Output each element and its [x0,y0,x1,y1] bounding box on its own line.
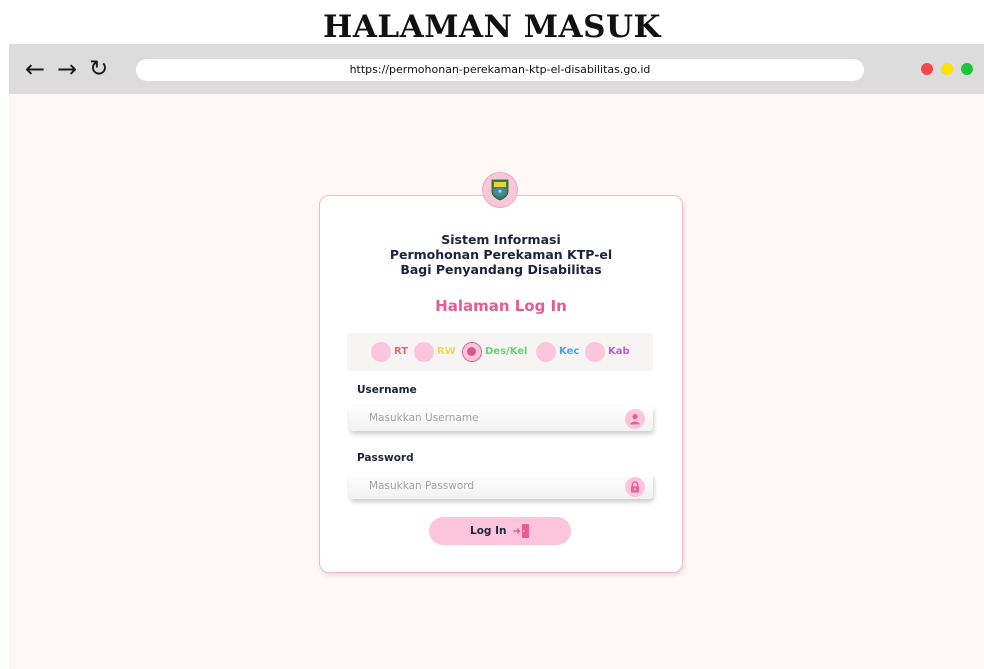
arrow-left-icon[interactable]: ← [25,54,45,84]
user-icon [625,409,645,429]
password-label: Password [357,452,414,464]
browser-toolbar: ← → ↻ https://permohonan-perekaman-ktp-e… [9,44,984,94]
radio-circle[interactable] [414,342,434,362]
page-viewport: Sistem Informasi Permohonan Perekaman KT… [9,94,984,669]
lock-icon [625,477,645,497]
window-dot-green[interactable] [961,63,973,75]
radio-circle[interactable] [371,342,391,362]
radio-circle[interactable] [536,342,556,362]
password-placeholder: Masukkan Password [369,480,475,492]
username-label: Username [357,384,417,396]
role-label: Des/Kel [485,346,528,357]
role-selector: RT RW Des/Kel Kec Kab [347,333,653,371]
address-bar[interactable]: https://permohonan-perekaman-ktp-el-disa… [136,59,864,81]
role-label: RT [394,346,409,357]
login-button-label: Log In [470,525,507,537]
system-title: Sistem Informasi Permohonan Perekaman KT… [320,232,682,277]
system-title-line: Permohonan Perekaman KTP-el [389,247,613,262]
radio-circle[interactable] [462,342,482,362]
password-field[interactable]: Masukkan Password [349,474,653,499]
login-card: Sistem Informasi Permohonan Perekaman KT… [319,195,683,573]
system-title-line: Bagi Penyandang Disabilitas [400,262,602,277]
system-title-line: Sistem Informasi [441,232,561,247]
arrow-right-icon[interactable]: → [57,54,77,84]
window-dot-red[interactable] [921,63,933,75]
login-heading: Halaman Log In [435,297,567,315]
page-heading: HALAMAN MASUK [323,9,661,45]
username-placeholder: Masukkan Username [369,412,479,424]
role-label: RW [437,346,456,357]
window-dot-yellow[interactable] [941,63,953,75]
login-button[interactable]: Log In [429,517,571,545]
radio-circle[interactable] [585,342,605,362]
role-label: Kab [608,346,630,357]
emblem-icon [482,172,518,208]
role-label: Kec [559,346,580,357]
username-field[interactable]: Masukkan Username [349,406,653,431]
reload-icon[interactable]: ↻ [89,54,108,84]
